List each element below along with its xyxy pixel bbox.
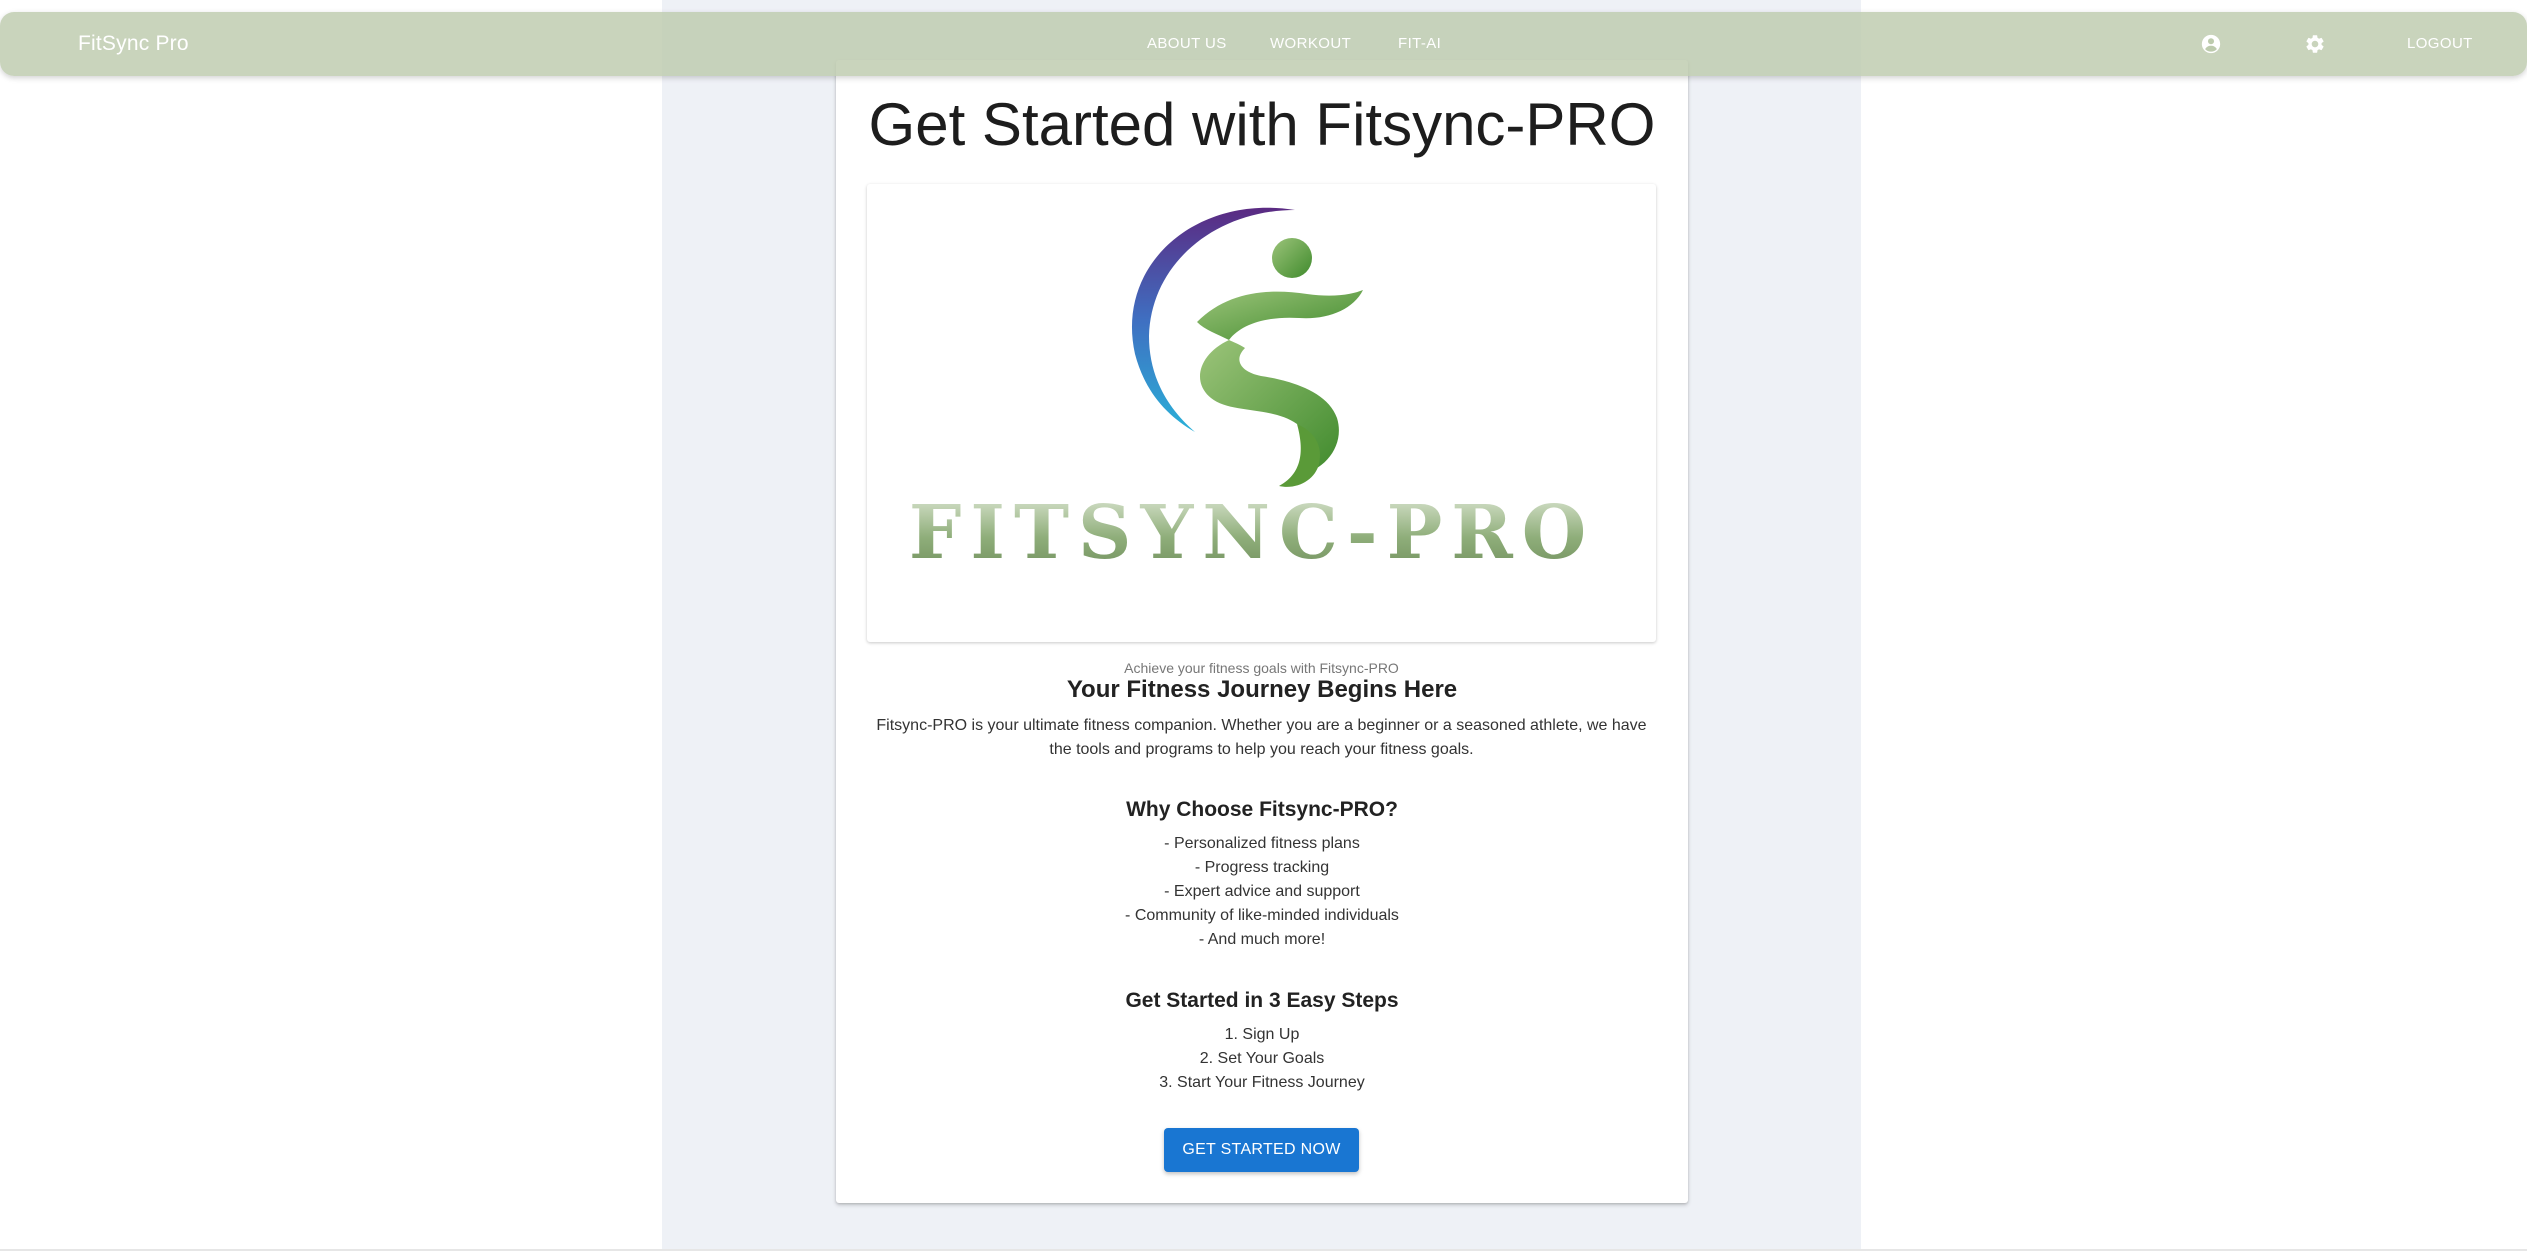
- logout-button[interactable]: LOGOUT: [2407, 12, 2473, 76]
- list-item: - Progress tracking: [1194, 859, 1330, 876]
- brand-title[interactable]: FitSync Pro: [78, 12, 189, 76]
- nav-workout[interactable]: WORKOUT: [1270, 12, 1351, 76]
- list-item: 3. Start Your Fitness Journey: [1159, 1074, 1365, 1091]
- features-list: - Personalized fitness plans - Progress …: [836, 832, 1688, 952]
- get-started-card: Get Started with Fitsync-PRO FITSYNC-PRO…: [836, 60, 1688, 1203]
- why-choose-title: Why Choose Fitsync-PRO?: [1126, 798, 1398, 821]
- journey-text-line-1: Fitsync-PRO is your ultimate fitness com…: [876, 717, 1647, 734]
- fitsync-pro-logo: FITSYNC-PRO: [909, 207, 1595, 576]
- image-caption: Achieve your fitness goals with Fitsync-…: [1124, 660, 1399, 676]
- nav-about-us[interactable]: ABOUT US: [1147, 12, 1227, 76]
- logo-wordmark: FITSYNC-PRO: [909, 490, 1595, 576]
- journey-title: Your Fitness Journey Begins Here: [1066, 676, 1458, 703]
- steps-list: 1. Sign Up 2. Set Your Goals 3. Start Yo…: [836, 1023, 1688, 1095]
- steps-title: Get Started in 3 Easy Steps: [1125, 989, 1399, 1012]
- list-item: - Expert advice and support: [1164, 883, 1360, 900]
- page-title: Get Started with Fitsync-PRO: [868, 91, 1656, 158]
- list-item: - And much more!: [1198, 931, 1326, 948]
- journey-text-line-2: the tools and programs to help you reach…: [1049, 741, 1474, 758]
- get-started-button[interactable]: GET STARTED NOW: [1164, 1128, 1359, 1172]
- top-app-bar: FitSync Pro ABOUT US WORKOUT FIT-AI LOGO…: [0, 12, 2527, 76]
- account-circle-icon[interactable]: [2199, 32, 2223, 56]
- list-item: - Personalized fitness plans: [1164, 835, 1360, 852]
- gear-icon[interactable]: [2303, 32, 2327, 56]
- logo-media-card: FITSYNC-PRO Achieve your fitness goals w…: [867, 184, 1656, 676]
- list-item: 2. Set Your Goals: [1199, 1050, 1325, 1067]
- list-item: - Community of like-minded individuals: [1125, 907, 1399, 924]
- nav-fit-ai[interactable]: FIT-AI: [1398, 12, 1441, 76]
- journey-description: Fitsync-PRO is your ultimate fitness com…: [867, 714, 1656, 762]
- list-item: 1. Sign Up: [1224, 1026, 1300, 1043]
